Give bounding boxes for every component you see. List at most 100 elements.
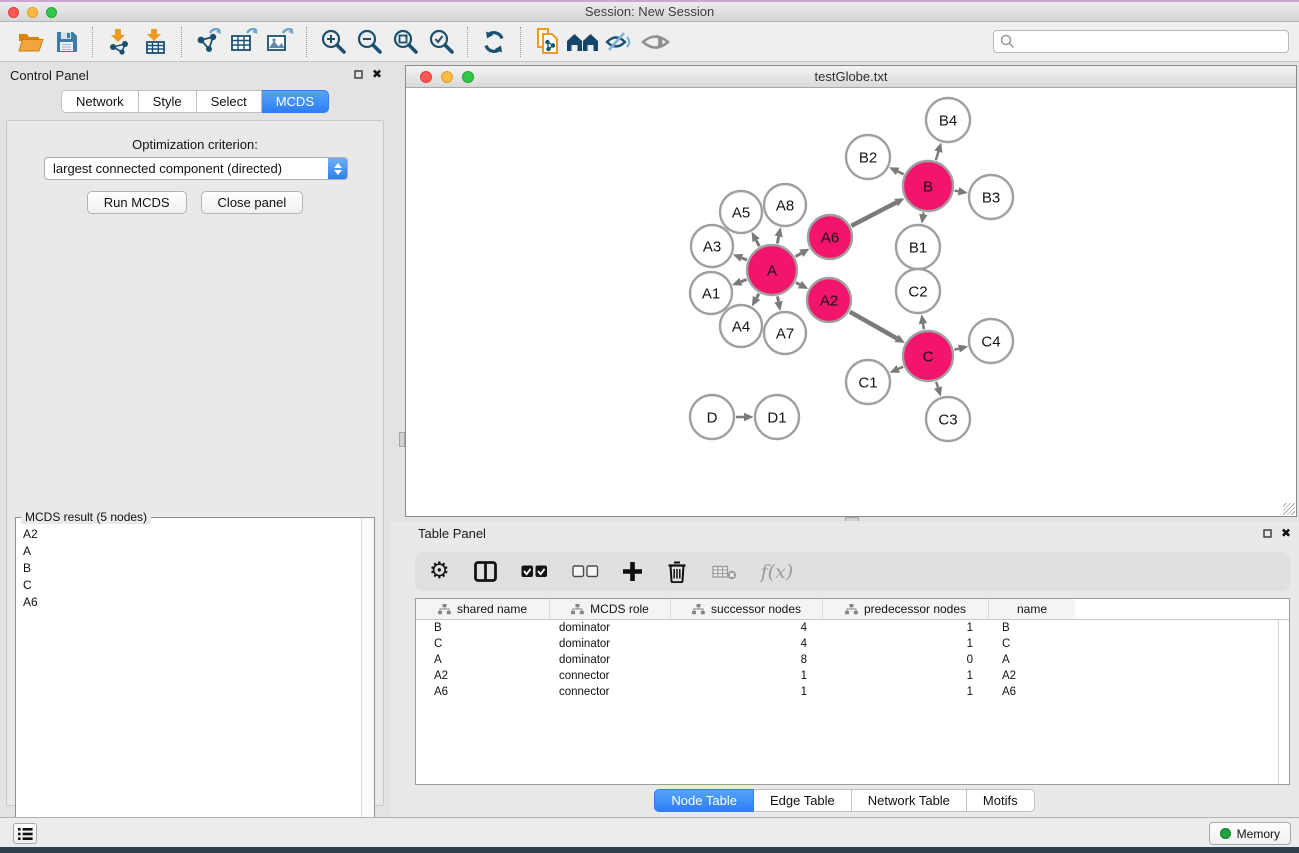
table-scrollbar[interactable] (1278, 620, 1287, 784)
home-networks-icon[interactable] (565, 25, 601, 59)
close-table-panel-icon[interactable]: ✖ (1281, 527, 1291, 539)
network-close-button[interactable] (420, 71, 432, 83)
open-folder-icon[interactable] (12, 25, 48, 59)
search-input[interactable] (1019, 32, 1288, 51)
graph-edge-C-C4[interactable] (954, 349, 959, 350)
function-builder-icon[interactable]: f(x) (761, 561, 794, 583)
minimize-window-button[interactable] (27, 7, 38, 18)
table-row[interactable]: A2connector11A2 (416, 668, 1289, 684)
graph-edge-C-C3[interactable] (936, 382, 938, 388)
graph-edge-A2-C[interactable] (850, 312, 897, 339)
graph-edge-A-A8[interactable] (777, 236, 778, 243)
graph-node-C[interactable]: C (903, 331, 953, 381)
graph-node-C2[interactable]: C2 (896, 269, 940, 313)
select-all-rows-icon[interactable] (521, 565, 548, 578)
task-history-button[interactable] (13, 823, 37, 844)
tab-network-table[interactable]: Network Table (852, 789, 967, 812)
graph-node-A3[interactable]: A3 (691, 225, 733, 267)
graph-node-B[interactable]: B (903, 161, 953, 211)
result-item[interactable]: C (17, 577, 357, 594)
graph-edge-A-A4[interactable] (757, 294, 759, 298)
result-item[interactable]: B (17, 560, 357, 577)
network-maximize-button[interactable] (462, 71, 474, 83)
graph-node-A7[interactable]: A7 (764, 312, 806, 354)
memory-button[interactable]: Memory (1209, 822, 1291, 845)
result-item[interactable]: A2 (17, 526, 357, 543)
eye-icon[interactable] (637, 25, 673, 59)
graph-node-C3[interactable]: C3 (926, 397, 970, 441)
result-scrollbar[interactable] (361, 518, 374, 853)
graph-node-A1[interactable]: A1 (690, 272, 732, 314)
graph-node-A8[interactable]: A8 (764, 184, 806, 226)
delete-table-icon[interactable] (712, 564, 737, 580)
column-header-name[interactable]: name (989, 599, 1075, 619)
window-titlebar[interactable]: Session: New Session (0, 2, 1299, 22)
graph-node-D[interactable]: D (690, 395, 734, 439)
graph-node-A2[interactable]: A2 (807, 278, 851, 322)
result-item[interactable]: A (17, 543, 357, 560)
graph-edge-B-B4[interactable] (936, 152, 939, 161)
graph-node-B1[interactable]: B1 (896, 225, 940, 269)
network-minimize-button[interactable] (441, 71, 453, 83)
zoom-out-icon[interactable] (351, 25, 387, 59)
table-row[interactable]: Adominator80A (416, 652, 1289, 668)
table-settings-gear-icon[interactable]: ⚙ (429, 560, 450, 583)
float-table-panel-icon[interactable] (1263, 529, 1272, 538)
hide-unselected-eye-icon[interactable] (601, 25, 637, 59)
graph-edge-A-A2[interactable] (796, 283, 800, 285)
graph-edge-A-A1[interactable] (741, 280, 747, 282)
column-header-shared-name[interactable]: shared name (416, 599, 550, 619)
tab-mcds[interactable]: MCDS (262, 90, 329, 113)
create-column-plus-icon[interactable] (623, 562, 642, 581)
window-resize-grip[interactable] (1283, 503, 1295, 515)
close-window-button[interactable] (8, 7, 19, 18)
graph-edge-C-C1[interactable] (898, 367, 903, 369)
graph-edge-A-A7[interactable] (778, 296, 779, 301)
tab-network[interactable]: Network (61, 90, 139, 113)
refresh-icon[interactable] (476, 25, 512, 59)
export-table-icon[interactable] (226, 25, 262, 59)
column-header-successor-nodes[interactable]: successor nodes (671, 599, 823, 619)
graph-node-A5[interactable]: A5 (720, 191, 762, 233)
graph-edge-B-B3[interactable] (955, 191, 959, 192)
tab-node-table[interactable]: Node Table (654, 789, 754, 812)
deselect-all-rows-icon[interactable] (572, 565, 599, 578)
network-vertical-scrollbar[interactable] (399, 432, 405, 447)
graph-node-C4[interactable]: C4 (969, 319, 1013, 363)
graph-edge-A6-B[interactable] (851, 203, 896, 226)
zoom-fit-icon[interactable] (387, 25, 423, 59)
criterion-dropdown[interactable]: largest connected component (directed) (44, 157, 348, 180)
zoom-in-icon[interactable] (315, 25, 351, 59)
table-row[interactable]: A6connector11A6 (416, 684, 1289, 700)
zoom-selected-icon[interactable] (423, 25, 459, 59)
graph-node-C1[interactable]: C1 (846, 360, 890, 404)
float-panel-icon[interactable] (354, 70, 363, 79)
save-session-icon[interactable] (48, 25, 84, 59)
graph-node-A[interactable]: A (747, 245, 797, 295)
export-image-icon[interactable] (262, 25, 298, 59)
graph-edge-A-A3[interactable] (742, 258, 747, 260)
graph-edge-B-B2[interactable] (898, 171, 904, 174)
graph-node-B3[interactable]: B3 (969, 175, 1013, 219)
column-header-predecessor-nodes[interactable]: predecessor nodes (823, 599, 989, 619)
tab-edge-table[interactable]: Edge Table (754, 789, 852, 812)
network-window-titlebar[interactable]: testGlobe.txt (406, 66, 1296, 88)
table-row[interactable]: Cdominator41C (416, 636, 1289, 652)
duplicate-network-icon[interactable] (529, 25, 565, 59)
show-columns-icon[interactable] (474, 561, 497, 582)
graph-node-A6[interactable]: A6 (808, 215, 852, 259)
graph-node-D1[interactable]: D1 (755, 395, 799, 439)
close-panel-button[interactable]: Close panel (201, 191, 304, 214)
close-panel-icon[interactable]: ✖ (372, 68, 382, 80)
graph-node-A4[interactable]: A4 (720, 305, 762, 347)
graph-edge-A-A6[interactable] (796, 253, 802, 256)
tab-select[interactable]: Select (197, 90, 262, 113)
result-item[interactable]: A6 (17, 594, 357, 611)
network-canvas[interactable]: B4B2BB3A8A5A6A3B1AC2A1A2A4A7C4CC1DD1C3 (406, 88, 1296, 516)
graph-node-B2[interactable]: B2 (846, 135, 890, 179)
graph-edge-A-A5[interactable] (756, 240, 759, 246)
export-network-icon[interactable] (190, 25, 226, 59)
run-mcds-button[interactable]: Run MCDS (87, 191, 187, 214)
graph-edge-C-C2[interactable] (923, 324, 924, 330)
column-header-mcds-role[interactable]: MCDS role (550, 599, 671, 619)
